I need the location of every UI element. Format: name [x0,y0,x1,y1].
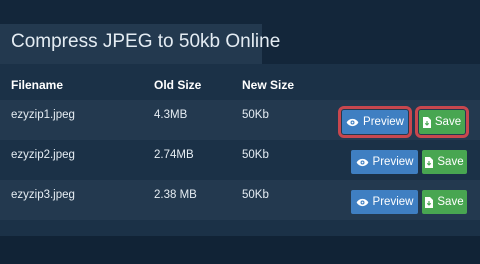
file-download-icon [425,196,434,208]
preview-label: Preview [363,116,404,128]
file-download-icon [422,116,431,128]
save-button[interactable]: Save [422,190,467,214]
save-label: Save [437,156,464,168]
filename-header: Filename [11,78,64,92]
save-button[interactable]: Save [422,150,467,174]
eye-icon [346,118,359,127]
filename-cell: ezyzip2.jpeg [11,149,75,161]
eye-icon [356,198,369,207]
preview-label: Preview [372,156,414,168]
file-download-icon [425,156,434,168]
new-size-header: New Size [242,78,295,92]
title-bar: Compress JPEG to 50kb Online [0,24,280,64]
old-size-header: Old Size [154,78,202,92]
page-title: Compress JPEG to 50kb Online [11,31,281,52]
results-table: Filename Old Size New Size ezyzip1.jpeg … [0,64,480,236]
footer-background [0,236,480,264]
table-row: ezyzip3.jpeg 2.38 MB 50Kb Preview Save [0,180,480,220]
old-size-cell: 4.3MB [154,109,188,121]
preview-button[interactable]: Preview [351,190,418,214]
table-row: ezyzip1.jpeg 4.3MB 50Kb Preview Save [0,100,480,140]
eye-icon [356,158,369,167]
old-size-cell: 2.38 MB [154,189,197,201]
filename-cell: ezyzip1.jpeg [11,109,75,121]
old-size-cell: 2.74MB [154,149,194,161]
save-button[interactable]: Save [415,106,469,138]
new-size-cell: 50Kb [242,109,269,121]
new-size-cell: 50Kb [242,189,269,201]
preview-button[interactable]: Preview [351,150,418,174]
filename-cell: ezyzip3.jpeg [11,189,75,201]
save-label: Save [437,196,464,208]
new-size-cell: 50Kb [242,149,269,161]
preview-button[interactable]: Preview [338,106,412,138]
preview-label: Preview [372,196,414,208]
save-label: Save [434,116,462,128]
table-row: ezyzip2.jpeg 2.74MB 50Kb Preview Save [0,140,480,180]
